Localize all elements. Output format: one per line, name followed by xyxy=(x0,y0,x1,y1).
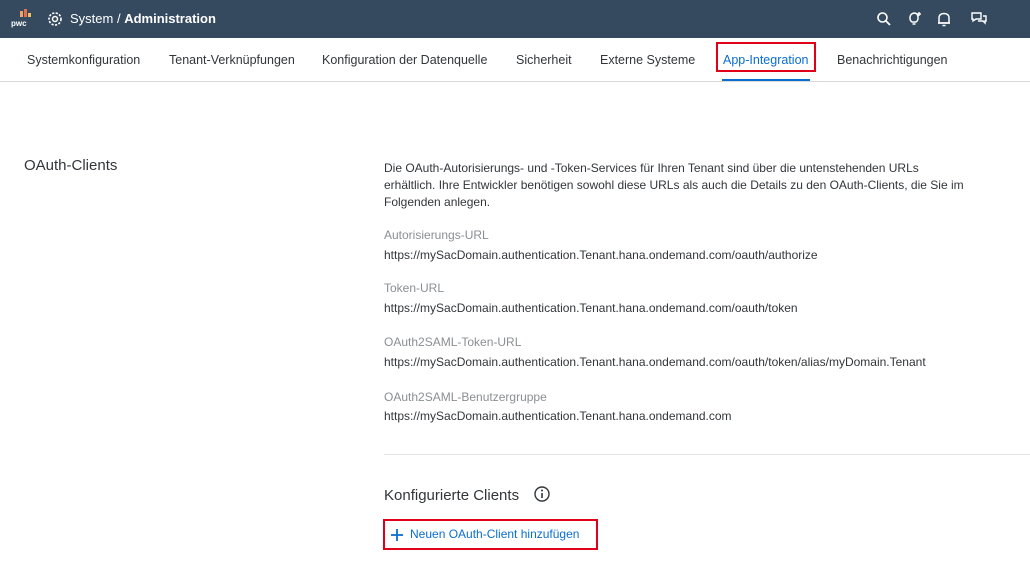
plus-icon xyxy=(391,529,403,541)
tab-highlight-box xyxy=(716,42,816,72)
section-title: OAuth-Clients xyxy=(24,157,118,174)
search-icon[interactable] xyxy=(875,10,893,28)
shell-bar: pwc System / Administration xyxy=(0,0,1030,38)
shell-title-main: Administration xyxy=(124,11,216,26)
tab-benachrichtigungen[interactable]: Benachrichtigungen xyxy=(837,53,948,67)
bell-icon[interactable] xyxy=(935,10,953,28)
field-label-oauth2saml-benutzergruppe: OAuth2SAML-Benutzergruppe xyxy=(384,390,547,404)
field-label-token-url: Token-URL xyxy=(384,281,445,295)
chat-icon[interactable] xyxy=(970,10,988,28)
tab-tenant-verknuepfungen[interactable]: Tenant-Verknüpfungen xyxy=(169,53,295,67)
field-label-oauth2saml-token-url: OAuth2SAML-Token-URL xyxy=(384,335,522,349)
tab-systemkonfiguration[interactable]: Systemkonfiguration xyxy=(27,53,140,67)
field-value-oauth2saml-benutzergruppe: https://mySacDomain.authentication.Tenan… xyxy=(384,409,732,423)
active-tab-indicator xyxy=(722,79,810,81)
field-value-token-url: https://mySacDomain.authentication.Tenan… xyxy=(384,301,798,315)
field-value-oauth2saml-token-url: https://mySacDomain.authentication.Tenan… xyxy=(384,355,926,369)
tab-konfiguration-datenquelle[interactable]: Konfiguration der Datenquelle xyxy=(322,53,487,67)
logo-text: pwc xyxy=(11,19,27,28)
tab-sicherheit[interactable]: Sicherheit xyxy=(516,53,572,67)
section-divider xyxy=(384,454,1030,455)
info-icon[interactable] xyxy=(533,485,551,503)
shell-title: System / Administration xyxy=(70,11,216,26)
add-oauth-client-label[interactable]: Neuen OAuth-Client hinzufügen xyxy=(410,527,579,541)
field-label-autorisierungs-url: Autorisierungs-URL xyxy=(384,228,489,242)
pwc-logo[interactable]: pwc xyxy=(10,9,32,29)
section-description: Die OAuth-Autorisierungs- und -Token-Ser… xyxy=(384,161,964,209)
field-value-autorisierungs-url: https://mySacDomain.authentication.Tenan… xyxy=(384,248,818,262)
tab-externe-systeme[interactable]: Externe Systeme xyxy=(600,53,695,67)
shell-title-prefix: System / xyxy=(70,11,125,26)
configured-clients-heading: Konfigurierte Clients xyxy=(384,487,520,504)
lightbulb-icon[interactable] xyxy=(906,10,924,28)
gear-icon xyxy=(48,12,62,26)
